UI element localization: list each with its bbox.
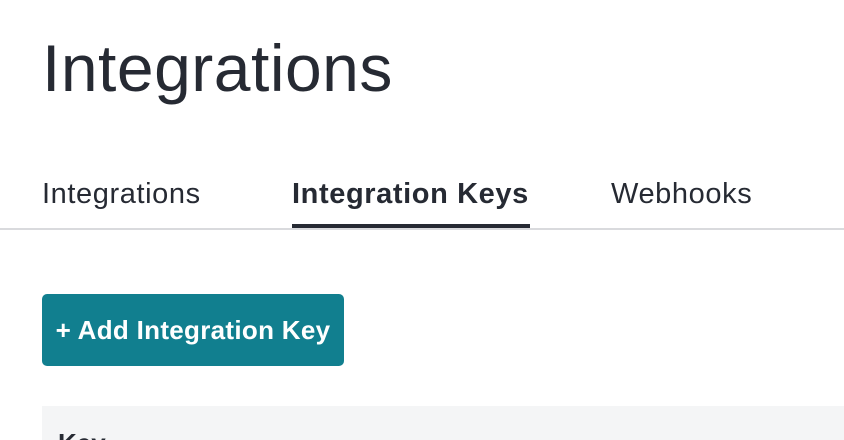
column-header-key[interactable]: Key bbox=[58, 428, 106, 440]
tab-integrations[interactable]: Integrations bbox=[42, 174, 201, 214]
tab-bar: Integrations Integration Keys Webhooks bbox=[0, 160, 844, 230]
tab-webhooks[interactable]: Webhooks bbox=[611, 174, 752, 214]
active-tab-indicator bbox=[292, 224, 530, 228]
add-integration-key-button[interactable]: + Add Integration Key bbox=[42, 294, 344, 366]
page-title: Integrations bbox=[42, 31, 393, 105]
tab-integration-keys[interactable]: Integration Keys bbox=[292, 174, 529, 214]
table-header: Key bbox=[42, 406, 844, 440]
